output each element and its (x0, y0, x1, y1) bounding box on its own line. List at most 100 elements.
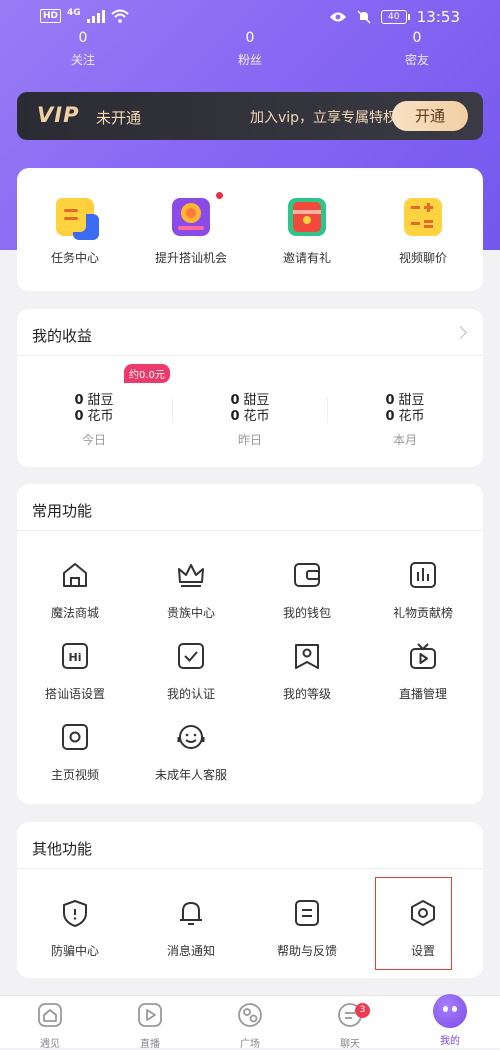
task-center-icon (56, 198, 99, 240)
func-label: 贵族中心 (166, 606, 215, 620)
bar-chart-icon (410, 562, 436, 588)
divider (17, 530, 483, 531)
nav-label: 聊天 (340, 1039, 360, 1050)
func-label: 未成年人客服 (154, 768, 227, 782)
meet-icon (38, 1003, 62, 1027)
func-gift-ranking[interactable]: 礼物贡献榜 (365, 560, 481, 621)
func-minor-support[interactable]: 未成年人客服 (133, 722, 249, 783)
func-greeting-settings[interactable]: Hi 搭讪语设置 (17, 641, 133, 702)
quick-task-center[interactable]: 任务中心 (17, 198, 133, 266)
battery-icon: 40 (380, 10, 410, 24)
nav-label: 直播 (140, 1039, 160, 1050)
coins-unit: 花币 (398, 409, 425, 424)
vip-open-button[interactable]: 开通 (392, 101, 468, 131)
live-icon (138, 1003, 162, 1027)
func-label: 主页视频 (50, 768, 99, 782)
func-magic-shop[interactable]: 魔法商城 (17, 560, 133, 621)
stat-fans[interactable]: 0 粉丝 (190, 30, 310, 68)
plaza-icon (238, 1003, 262, 1027)
nav-plaza[interactable]: 广场 (200, 1002, 300, 1050)
me-icon (433, 994, 467, 1028)
wifi-icon (111, 9, 129, 23)
quick-label: 任务中心 (50, 251, 99, 265)
earnings-month: 0 甜豆 0 花币 本月 (328, 393, 482, 448)
func-wallet[interactable]: 我的钱包 (249, 560, 365, 621)
func-level[interactable]: 我的等级 (249, 641, 365, 702)
earnings-title: 我的收益 (32, 327, 93, 345)
quick-actions-card: 任务中心 提升搭讪机会 邀请有礼 视频聊价 (17, 168, 483, 291)
stat-following[interactable]: 0 关注 (23, 30, 143, 68)
chevron-right-icon[interactable] (454, 326, 467, 339)
func-label: 直播管理 (398, 687, 447, 701)
svg-text:Hi: Hi (69, 651, 82, 664)
func-label: 防骗中心 (50, 944, 99, 958)
func-notifications[interactable]: 消息通知 (133, 898, 249, 959)
func-label: 消息通知 (166, 944, 215, 958)
tv-icon (410, 643, 436, 669)
nav-meet[interactable]: 遇见 (0, 1002, 100, 1050)
estimate-badge: 约0.0元 (124, 364, 170, 383)
clock: 13:53 (416, 8, 460, 26)
home-icon (63, 563, 87, 587)
other-functions-card: 其他功能 防骗中心 消息通知 帮助与反馈 设置 (17, 822, 483, 978)
stat-close-friends[interactable]: 0 密友 (357, 30, 477, 68)
beans-unit: 甜豆 (243, 393, 270, 408)
signal-icon (86, 9, 105, 23)
stat-count: 0 (245, 30, 255, 46)
coins-value: 0 (230, 409, 240, 424)
stat-label: 关注 (70, 53, 95, 67)
func-noble-center[interactable]: 贵族中心 (133, 560, 249, 621)
quick-label: 提升搭讪机会 (154, 251, 227, 265)
hd-indicator: HD (40, 9, 62, 23)
nav-label: 广场 (240, 1039, 260, 1050)
verified-icon (178, 643, 204, 669)
quick-invite-gift[interactable]: 邀请有礼 (249, 198, 365, 266)
quick-boost-chat[interactable]: 提升搭讪机会 (133, 192, 249, 266)
coins-unit: 花币 (87, 409, 114, 424)
func-label: 我的等级 (282, 687, 331, 701)
quick-video-price[interactable]: 视频聊价 (365, 198, 481, 266)
shield-icon (63, 900, 87, 927)
mute-bell-icon (357, 10, 371, 24)
earnings-yesterday: 0 甜豆 0 花币 昨日 (173, 393, 327, 448)
func-verification[interactable]: 我的认证 (133, 641, 249, 702)
feedback-icon (295, 900, 319, 926)
func-label: 我的钱包 (282, 606, 331, 620)
period-label: 本月 (392, 433, 417, 447)
func-anti-fraud[interactable]: 防骗中心 (17, 898, 133, 959)
bottom-nav: 遇见 直播 广场 3 聊天 我的 (0, 994, 500, 1050)
level-icon (295, 644, 319, 669)
nav-label: 遇见 (40, 1039, 60, 1050)
nav-chat[interactable]: 3 聊天 (300, 1002, 400, 1050)
beans-unit: 甜豆 (398, 393, 425, 408)
other-title: 其他功能 (32, 840, 93, 858)
crown-icon (178, 564, 204, 587)
hi-icon: Hi (62, 643, 88, 669)
beans-value: 0 (230, 393, 240, 408)
video-icon (62, 724, 88, 750)
vip-banner[interactable]: VIP 未开通 加入vip，立享专属特权 开通 (17, 92, 483, 140)
network-type: 4G (67, 8, 81, 18)
coins-unit: 花币 (243, 409, 270, 424)
stat-label: 密友 (404, 53, 429, 67)
new-dot (216, 192, 223, 199)
coins-value: 0 (74, 409, 84, 424)
func-label: 礼物贡献榜 (392, 606, 453, 620)
common-functions-card: 常用功能 魔法商城 贵族中心 我的钱包 礼物贡献榜 Hi 搭讪语设置 我的认证 … (17, 484, 483, 804)
func-live-manage[interactable]: 直播管理 (365, 641, 481, 702)
func-home-video[interactable]: 主页视频 (17, 722, 133, 783)
quick-label: 视频聊价 (398, 251, 447, 265)
earnings-card[interactable]: 我的收益 约0.0元 0 甜豆 0 花币 今日 0 甜豆 0 花币 昨日 0 甜豆 0 花币… (17, 309, 483, 467)
eye-icon (329, 12, 346, 22)
stat-count: 0 (78, 30, 88, 46)
func-label: 帮助与反馈 (276, 944, 337, 958)
nav-live[interactable]: 直播 (100, 1002, 200, 1050)
headset-icon (177, 725, 205, 749)
boost-chat-icon (172, 198, 210, 236)
beans-value: 0 (74, 393, 84, 408)
nav-me[interactable]: 我的 (400, 994, 500, 1047)
vip-description: 加入vip，立享专属特权 (250, 110, 398, 126)
period-label: 今日 (81, 433, 106, 447)
quick-label: 邀请有礼 (282, 251, 331, 265)
func-help-feedback[interactable]: 帮助与反馈 (249, 898, 365, 959)
